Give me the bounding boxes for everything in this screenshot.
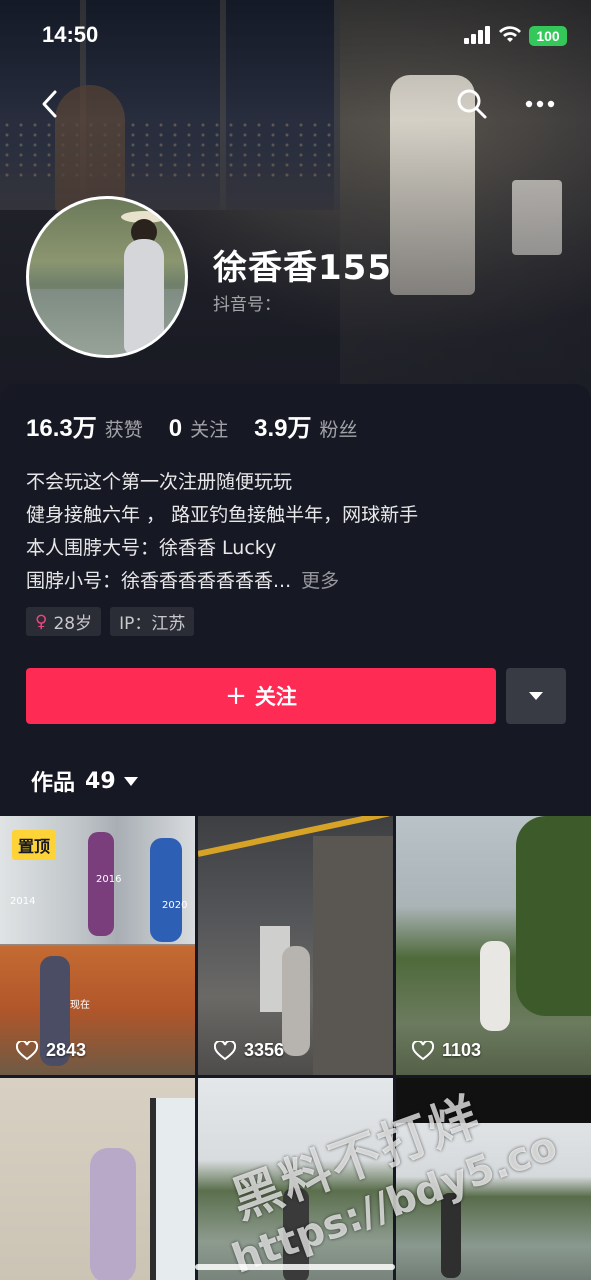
video-thumbnail[interactable]: 1103 xyxy=(396,816,591,1075)
wifi-icon xyxy=(499,26,521,42)
video-likes-count: 1103 xyxy=(442,1040,482,1060)
stat-followers-label: 粉丝 xyxy=(319,419,358,441)
video-thumbnail[interactable] xyxy=(396,1078,591,1280)
bio-more-link[interactable]: 更多 xyxy=(301,570,339,592)
collage-year-label: 2014 xyxy=(10,896,36,907)
plus-icon: + xyxy=(225,681,247,711)
status-bar: 14:50 100 xyxy=(0,0,591,70)
female-icon: ♀ xyxy=(35,611,48,632)
pinned-badge: 置顶 xyxy=(12,830,57,860)
video-thumbnail[interactable] xyxy=(198,1078,393,1280)
more-options-button[interactable] xyxy=(520,84,560,124)
video-thumbnail[interactable] xyxy=(0,1078,195,1280)
bio-line-last: 围脖小号：徐香香香香香香香... 更多 xyxy=(26,565,566,598)
heart-icon xyxy=(412,1040,434,1060)
back-button[interactable] xyxy=(30,84,70,124)
works-tab-label: 作品 xyxy=(31,771,76,796)
video-likes-count: 3356 xyxy=(244,1040,285,1060)
search-icon xyxy=(457,89,487,119)
bio-line: 健身接触六年 ， 路亚钓鱼接触半年，网球新手 xyxy=(26,504,419,526)
bio-line: 本人围脖大号：徐香香 Lucky xyxy=(26,537,277,559)
profile-bio: 不会玩这个第一次注册随便玩玩 健身接触六年 ， 路亚钓鱼接触半年，网球新手 本人… xyxy=(26,466,566,598)
more-dots-icon xyxy=(525,100,555,108)
stat-following-label: 关注 xyxy=(190,419,229,441)
collage-year-label: 2016 xyxy=(96,874,122,885)
stat-likes[interactable]: 16.3万 获赞 xyxy=(26,408,143,443)
works-count: 49 xyxy=(85,768,116,794)
recommend-dropdown-button[interactable] xyxy=(506,668,566,724)
video-thumbnail[interactable]: 2016 2020 2014 现在 置顶 2843 xyxy=(0,816,195,1075)
age-tag: ♀ 28岁 xyxy=(26,607,102,636)
stat-followers-count: 3.9万 xyxy=(254,415,312,442)
follow-button[interactable]: + 关注 xyxy=(26,668,496,724)
stat-likes-count: 16.3万 xyxy=(26,415,97,442)
heart-icon xyxy=(214,1040,236,1060)
avatar[interactable] xyxy=(26,196,188,358)
chevron-left-icon xyxy=(42,90,57,118)
profile-name: 徐香香155 xyxy=(213,248,392,288)
ip-tag-label: IP：江苏 xyxy=(119,614,186,634)
video-likes: 1103 xyxy=(412,1040,481,1061)
profile-tags: ♀ 28岁 IP：江苏 xyxy=(26,607,203,636)
follow-button-label: 关注 xyxy=(254,685,297,709)
caret-down-icon xyxy=(529,692,543,700)
collage-year-label: 2020 xyxy=(162,900,188,911)
stat-likes-label: 获赞 xyxy=(104,419,143,441)
video-likes: 2843 xyxy=(16,1040,86,1061)
caret-down-icon xyxy=(123,776,138,786)
video-likes: 3356 xyxy=(214,1040,284,1061)
stat-following[interactable]: 0 关注 xyxy=(169,415,228,443)
ip-tag: IP：江苏 xyxy=(110,607,195,636)
signal-icon xyxy=(464,26,492,44)
home-indicator xyxy=(195,1264,395,1270)
profile-info-panel xyxy=(0,384,591,814)
collage-year-label: 现在 xyxy=(70,1000,90,1011)
stat-following-count: 0 xyxy=(168,415,183,442)
bio-line: 围脖小号：徐香香香香香香香... xyxy=(26,570,292,592)
stat-followers[interactable]: 3.9万 粉丝 xyxy=(254,408,357,443)
battery-icon: 100 xyxy=(529,26,567,46)
video-thumbnail[interactable]: 3356 xyxy=(198,816,393,1075)
video-likes-count: 2843 xyxy=(46,1040,87,1060)
video-grid: 2016 2020 2014 现在 置顶 2843 3356 1103 xyxy=(0,816,591,1280)
heart-icon xyxy=(16,1040,38,1060)
age-tag-label: 28岁 xyxy=(53,614,93,634)
douyin-id[interactable]: 抖音号： xyxy=(213,290,281,315)
profile-stats: 16.3万 获赞 0 关注 3.9万 粉丝 xyxy=(26,408,384,443)
status-time: 14:50 xyxy=(42,22,99,47)
bio-line: 不会玩这个第一次注册随便玩玩 xyxy=(26,471,293,493)
tab-works[interactable]: 作品 49 xyxy=(31,765,138,797)
search-button[interactable] xyxy=(452,84,492,124)
